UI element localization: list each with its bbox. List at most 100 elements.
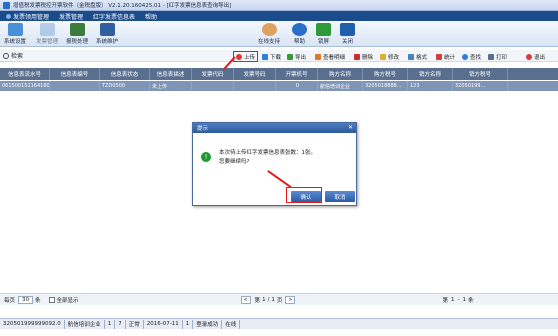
range-start: 1 <box>450 296 455 303</box>
confirm-highlight-box <box>286 187 322 203</box>
cell <box>234 81 276 91</box>
table-row[interactable]: 0615001521641607111711520 TZD0500 未上传 0 … <box>0 81 558 91</box>
col-buyer-name[interactable]: 购方名称 <box>318 68 363 80</box>
col-status[interactable]: 信息表状态 <box>100 68 150 80</box>
per-page-unit: 条 <box>35 297 41 304</box>
menu-bullet-icon <box>6 13 11 19</box>
exit-action[interactable]: 退出 <box>526 52 545 61</box>
upload-highlight-box <box>233 51 258 62</box>
export-icon <box>287 53 293 60</box>
stats-action[interactable]: 统计 <box>436 52 455 61</box>
detail-icon <box>315 53 321 60</box>
report-icon <box>69 23 85 36</box>
lock-screen-button[interactable]: 锁屏 <box>316 23 331 45</box>
show-all-checkbox[interactable] <box>48 296 55 303</box>
next-page-button[interactable]: > <box>285 295 296 304</box>
col-number[interactable]: 信息表编号 <box>50 68 100 80</box>
edit-icon <box>380 53 386 60</box>
app-logo-icon <box>3 1 10 9</box>
col-serial[interactable]: 信息表流水号 <box>0 68 50 80</box>
dialog-body: ! 本次待上传红字发票信息表张数：1张。 您要继续吗? <box>201 149 316 167</box>
page-suffix: 页 <box>276 297 283 304</box>
status-date: 2016-07-11 <box>144 319 183 329</box>
search-box[interactable]: 检索 <box>3 51 223 60</box>
col-buyer-tax[interactable]: 购方税号 <box>363 68 408 80</box>
view-detail-action[interactable]: 查看明细 <box>315 52 345 61</box>
cancel-button[interactable]: 取消 <box>325 191 355 202</box>
delete-icon <box>354 53 360 60</box>
status-field-2: 7 <box>115 319 126 329</box>
menu-help[interactable]: 帮助 <box>145 12 157 21</box>
dialog-message: 本次待上传红字发票信息表张数：1张。 您要继续吗? <box>219 149 316 167</box>
status-field-3: 1 <box>183 319 194 329</box>
col-inv-code[interactable]: 发票代码 <box>192 68 234 80</box>
find-action[interactable]: 查找 <box>462 52 481 61</box>
cell: 未上传 <box>150 81 192 91</box>
invoice-manage-button[interactable]: 发票管理 <box>36 23 58 45</box>
online-support-button[interactable]: 在线支持 <box>258 23 280 45</box>
format-action[interactable]: 格式 <box>408 52 427 61</box>
system-settings-button[interactable]: 系统设置 <box>4 23 26 45</box>
menu-invoice-receive[interactable]: 发票领用管理 <box>6 12 49 21</box>
menu-red-invoice[interactable]: 红字发票信息表 <box>93 12 135 21</box>
cell: 航信培训企业 <box>318 81 363 91</box>
help-button[interactable]: 帮助 <box>292 23 307 45</box>
print-action[interactable]: 打印 <box>488 52 507 61</box>
search-icon <box>3 52 9 59</box>
pager: 每页 30 条 全部显示 < 第 1 / 1 页 > 第 1 - 1 条 <box>0 293 558 305</box>
format-icon <box>408 53 414 60</box>
dialog-titlebar: 提示 ✕ <box>193 123 356 133</box>
help-icon <box>292 23 307 36</box>
total-pages: 1 <box>271 296 275 303</box>
per-page-select[interactable]: 30 <box>18 295 34 304</box>
window-title: 增值税发票税控开票软件（金税盘版） V2.1.20.160425.01 - [红… <box>13 3 232 9</box>
find-icon <box>462 53 468 60</box>
col-desc[interactable]: 信息表描述 <box>150 68 192 80</box>
dialog-message-line1: 本次待上传红字发票信息表张数：1张。 <box>219 150 317 156</box>
page-prefix: 第 <box>254 297 261 304</box>
main-toolbar: 系统设置 发票管理 报税处理 系统维护 在线支持 帮助 锁屏 关闭 <box>0 21 558 47</box>
invoice-icon <box>39 23 55 36</box>
chart-icon <box>436 53 442 60</box>
export-action[interactable]: 导出 <box>287 52 306 61</box>
status-company: 航信培训企业 <box>65 319 105 329</box>
power-icon <box>526 53 532 60</box>
cell: 0 <box>276 81 318 91</box>
support-person-icon <box>261 23 277 36</box>
tax-report-button[interactable]: 报税处理 <box>66 23 88 45</box>
status-field-1: 1 <box>105 319 116 329</box>
close-button[interactable]: 关闭 <box>340 23 355 45</box>
status-tax-id: 320501999999092.0 <box>0 319 65 329</box>
delete-action[interactable]: 删除 <box>354 52 373 61</box>
cell <box>50 81 100 91</box>
download-action[interactable]: 下载 <box>262 52 281 61</box>
menu-invoice-manage[interactable]: 发票管理 <box>59 12 83 21</box>
dialog-message-line2: 您要继续吗? <box>219 159 250 165</box>
close-icon[interactable]: ✕ <box>348 124 353 131</box>
search-label: 检索 <box>11 53 24 60</box>
range-end: 1 <box>462 296 466 303</box>
cell: 123 <box>408 81 453 91</box>
print-icon <box>488 53 494 60</box>
range-suffix: 条 <box>467 297 474 304</box>
edit-action[interactable]: 修改 <box>380 52 399 61</box>
confirm-dialog: 提示 ✕ ! 本次待上传红字发票信息表张数：1张。 您要继续吗? 确认 取消 <box>192 122 357 206</box>
col-machine[interactable]: 开票机号 <box>276 68 318 80</box>
status-state: 正常 <box>126 319 144 329</box>
col-seller-tax[interactable]: 销方税号 <box>453 68 508 80</box>
lock-icon <box>316 23 331 36</box>
page-number[interactable]: 1 <box>262 297 266 303</box>
per-page-label: 每页 <box>4 297 16 304</box>
system-maintain-button[interactable]: 系统维护 <box>96 23 118 45</box>
status-online: 在线 <box>222 319 241 329</box>
cell <box>192 81 234 91</box>
cell: TZD0500 <box>100 81 150 91</box>
table-header: 信息表流水号 信息表编号 信息表状态 信息表描述 发票代码 发票号码 开票机号 … <box>0 68 558 80</box>
first-page-button[interactable]: < <box>240 295 251 304</box>
window-titlebar: 增值税发票税控开票软件（金税盘版） V2.1.20.160425.01 - [红… <box>0 0 558 11</box>
info-icon: ! <box>201 152 211 162</box>
col-seller-name[interactable]: 销方名称 <box>408 68 453 80</box>
col-inv-no[interactable]: 发票号码 <box>234 68 276 80</box>
status-login: 登录成功 <box>193 319 223 329</box>
monitor-icon <box>99 23 115 36</box>
